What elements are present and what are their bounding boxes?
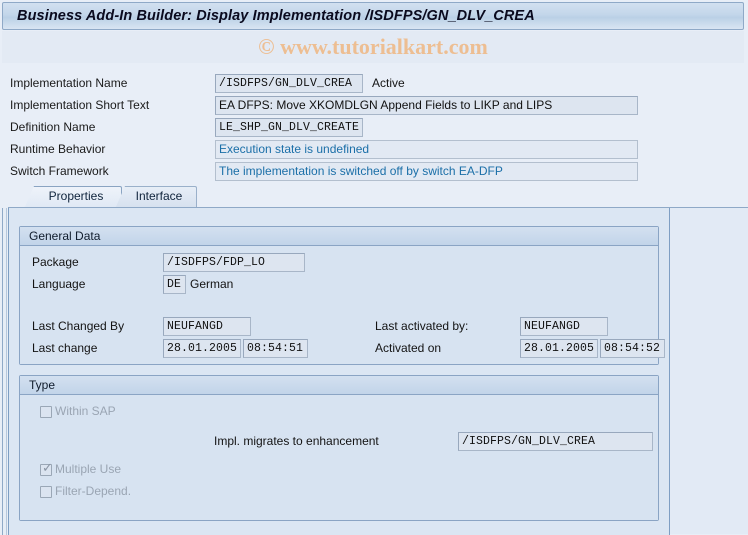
filter-depend-checkbox[interactable]: [40, 486, 52, 498]
language-code-field[interactable]: DE: [163, 275, 186, 294]
watermark-text: © www.tutorialkart.com: [258, 34, 488, 59]
last-changed-by-label: Last Changed By: [32, 319, 125, 333]
tab-interface-label: Interface: [135, 189, 183, 203]
group-type-title: Type: [29, 378, 56, 392]
implementation-name-field[interactable]: /ISDFPS/GN_DLV_CREA: [215, 74, 363, 93]
row-last-change: Last change 28.01.2005 08:54:51 Activate…: [20, 339, 665, 358]
implementation-name-label: Implementation Name: [10, 76, 128, 90]
within-sap-label: Within SAP: [55, 404, 116, 418]
panel-inner: General Data Package /ISDFPS/FDP_LO Lang…: [8, 208, 670, 535]
short-text-field[interactable]: EA DFPS: Move XKOMDLGN Append Fields to …: [215, 96, 638, 115]
runtime-behavior-field[interactable]: Execution state is undefined: [215, 140, 638, 159]
activated-on-time-field[interactable]: 08:54:52: [600, 339, 665, 358]
package-field[interactable]: /ISDFPS/FDP_LO: [163, 253, 305, 272]
runtime-behavior-label: Runtime Behavior: [10, 142, 106, 156]
last-change-time-field[interactable]: 08:54:51: [243, 339, 308, 358]
switch-framework-label: Switch Framework: [10, 164, 109, 178]
watermark-band: © www.tutorialkart.com: [2, 31, 744, 63]
last-activated-by-label: Last activated by:: [375, 319, 469, 333]
group-type-header: Type: [20, 376, 658, 395]
activated-on-date-field[interactable]: 28.01.2005: [520, 339, 598, 358]
definition-name-field[interactable]: LE_SHP_GN_DLV_CREATE: [215, 118, 363, 137]
tab-properties-label: Properties: [48, 189, 104, 203]
checkmark-icon: ✓: [42, 461, 53, 476]
definition-name-label: Definition Name: [10, 120, 96, 134]
group-general-data-header: General Data: [20, 227, 658, 246]
switch-framework-field[interactable]: The implementation is switched off by sw…: [215, 162, 638, 181]
last-activated-by-field[interactable]: NEUFANGD: [520, 317, 608, 336]
language-label: Language: [32, 277, 86, 291]
short-text-label: Implementation Short Text: [10, 98, 150, 112]
form-row-switch-framework: Switch Framework The implementation is s…: [2, 162, 742, 181]
window-title-bar: Business Add-In Builder: Display Impleme…: [2, 2, 744, 30]
filter-depend-label: Filter-Depend.: [55, 484, 132, 498]
row-package: Package /ISDFPS/FDP_LO: [20, 253, 660, 272]
tab-properties[interactable]: Properties: [24, 186, 122, 209]
last-change-label: Last change: [32, 341, 98, 355]
tab-interface[interactable]: Interface: [115, 186, 197, 209]
implementation-status-text: Active: [372, 76, 405, 90]
language-text: German: [190, 277, 234, 291]
multiple-use-label: Multiple Use: [55, 462, 122, 476]
group-type-body: Within SAP Impl. migrates to enhancement…: [20, 396, 658, 520]
migrates-to-enhancement-field[interactable]: /ISDFPS/GN_DLV_CREA: [458, 432, 653, 451]
migrates-to-enhancement-label: Impl. migrates to enhancement: [214, 434, 379, 448]
form-row-short-text: Implementation Short Text EA DFPS: Move …: [2, 96, 742, 115]
group-general-data-title: General Data: [29, 229, 101, 243]
form-row-implementation-name: Implementation Name /ISDFPS/GN_DLV_CREA …: [2, 74, 742, 93]
page-title: Business Add-In Builder: Display Impleme…: [17, 8, 535, 24]
within-sap-checkbox[interactable]: [40, 406, 52, 418]
panel-left-edge: [2, 208, 7, 535]
package-label: Package: [32, 255, 79, 269]
header-form: Implementation Name /ISDFPS/GN_DLV_CREA …: [2, 65, 744, 185]
group-type: Type Within SAP Impl. migrates to enhanc…: [19, 375, 659, 521]
form-row-definition-name: Definition Name LE_SHP_GN_DLV_CREATE: [2, 118, 742, 137]
row-migrates-to-enhancement: Impl. migrates to enhancement /ISDFPS/GN…: [20, 432, 660, 451]
row-last-changed-by: Last Changed By NEUFANGD Last activated …: [20, 317, 660, 336]
activated-on-label: Activated on: [375, 341, 442, 355]
tab-content-panel: General Data Package /ISDFPS/FDP_LO Lang…: [2, 207, 748, 535]
group-general-data-body: Package /ISDFPS/FDP_LO Language DE Germa…: [20, 247, 665, 364]
group-general-data: General Data Package /ISDFPS/FDP_LO Lang…: [19, 226, 665, 365]
last-change-date-field[interactable]: 28.01.2005: [163, 339, 241, 358]
row-language: Language DE German: [20, 275, 660, 294]
last-changed-by-field[interactable]: NEUFANGD: [163, 317, 251, 336]
tab-strip: Properties Interface: [10, 186, 748, 209]
multiple-use-checkbox[interactable]: ✓: [40, 461, 53, 476]
form-row-runtime-behavior: Runtime Behavior Execution state is unde…: [2, 140, 742, 159]
